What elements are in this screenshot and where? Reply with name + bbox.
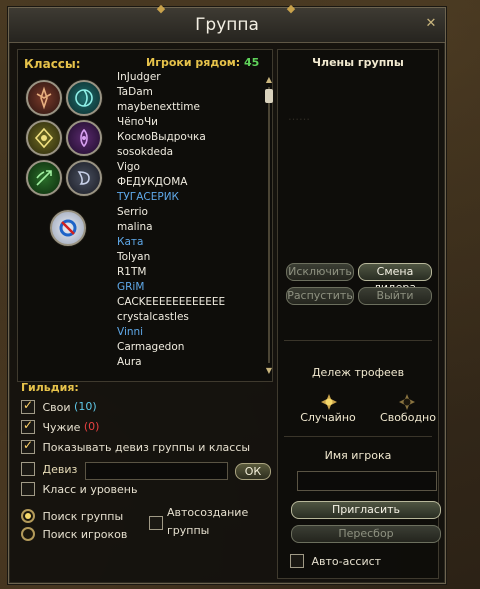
autocreate-label-2: группы [167,524,210,537]
scroll-up-icon[interactable]: ▲ [265,75,273,84]
autocreate-checkbox[interactable] [149,516,163,530]
options-panel: Гильдия: Свои (10) Чужие (0) Показывать … [17,381,271,577]
guild-label: Гильдия: [21,381,79,394]
nearby-players-label: Игроки рядом: 45 [146,56,259,69]
class-scout-icon[interactable] [26,160,62,196]
leave-button[interactable]: Выйти [358,287,432,305]
player-list-item[interactable]: Vinni [117,325,263,340]
members-header: Члены группы [312,56,404,69]
player-list-item[interactable]: ТУГАСЕРИК [117,190,263,205]
player-list-item[interactable]: ЧёпоЧи [117,115,263,130]
class-priest-icon[interactable] [66,80,102,116]
members-panel: Члены группы …… Исключить Смена лидера Р… [277,49,439,579]
class-mage-icon[interactable] [66,120,102,156]
player-list-item[interactable]: malina [117,220,263,235]
class-level-label: Класс и уровень [42,482,138,496]
kick-button[interactable]: Исключить [286,263,354,281]
motto-checkbox[interactable] [21,462,35,476]
guild-own-row: Свои (10) [21,398,97,414]
nearby-label-text: Игроки рядом: [146,56,241,69]
title-ornament-icon: ◆ [286,2,296,15]
guild-other-label: Чужие [42,420,81,434]
player-list-item[interactable]: Aura [117,355,263,370]
guild-own-checkbox[interactable] [21,398,35,414]
guild-own-count: (10) [74,400,97,413]
search-players-radio[interactable] [21,527,35,541]
motto-label: Девиз [42,462,78,476]
class-level-row: Класс и уровень [21,482,137,496]
motto-ok-button[interactable]: ОК [235,463,271,480]
player-list-item[interactable]: TaDam [117,85,263,100]
player-list-item[interactable]: sosokdeda [117,145,263,160]
player-list-item[interactable]: Ката [117,235,263,250]
scroll-down-icon[interactable]: ▼ [265,366,273,375]
loot-random-radio[interactable] [321,394,337,410]
guild-other-count: (0) [83,420,100,433]
player-list-item[interactable]: CACKEEEEEEEEEEEE [117,295,263,310]
players-panel: Классы: Игроки рядом: 45 InJudger TaDam ma… [17,49,273,382]
autocreate-label-1: Автосоздание [167,506,249,519]
window-title: Группа [195,15,259,35]
players-scrollbar[interactable]: ▲ ▼ [265,75,273,375]
player-list-item[interactable]: R1TM [117,265,263,280]
nearby-count: 45 [244,56,260,69]
player-list-item[interactable]: КосмоВыдрочка [117,130,263,145]
title-bar[interactable]: ◆ ◆ Группа ✕ [9,2,445,43]
search-group-radio[interactable] [21,509,35,523]
class-level-checkbox[interactable] [21,482,35,496]
search-players-row: Поиск игроков [21,527,127,541]
show-motto-row: Показывать девиз группы и классы [21,438,251,454]
guild-other-checkbox[interactable] [21,418,35,434]
search-group-row: Поиск группы [21,509,123,523]
loot-free-label: Свободно [380,411,436,424]
reselect-button[interactable]: Пересбор [291,525,441,543]
invite-button[interactable]: Пригласить [291,501,441,519]
player-list-item[interactable]: crystalcastles [117,310,263,325]
class-warlock-icon[interactable] [66,160,102,196]
auto-assist-checkbox[interactable] [290,554,304,568]
class-warrior-icon[interactable] [26,80,62,116]
divider [284,340,432,341]
auto-assist-row: Авто-ассист [290,554,381,568]
player-list-item[interactable]: ФЕДУКДОМА [117,175,263,190]
class-reset-icon[interactable] [50,210,86,246]
player-list-item[interactable]: GRiM [117,280,263,295]
player-list-item[interactable]: Tolyan [117,250,263,265]
classes-label: Классы: [24,57,81,71]
disband-button[interactable]: Распустить [286,287,354,305]
auto-assist-label: Авто-ассист [311,554,382,568]
autocreate-row: Автосоздание группы [149,506,248,537]
faded-chat-text: …… [288,110,310,123]
scroll-track[interactable] [268,87,270,363]
scroll-thumb[interactable] [265,89,273,103]
group-window: ◆ ◆ Группа ✕ Классы: Игроки рядом: 45 In… [8,2,446,584]
nearby-players-list: InJudger TaDam maybenexttime ЧёпоЧи КосмоВыд… [117,70,263,370]
player-list-item[interactable]: maybenexttime [117,100,263,115]
change-leader-button[interactable]: Смена лидера [358,263,432,294]
player-list-item[interactable]: Vigo [117,160,263,175]
motto-input[interactable] [85,462,228,480]
loot-free-radio[interactable] [399,394,415,410]
title-ornament-icon: ◆ [156,2,166,15]
close-icon[interactable]: ✕ [423,16,439,32]
guild-own-label: Свои [42,400,71,414]
player-name-header: Имя игрока [324,449,392,462]
loot-header: Дележ трофеев [311,366,405,379]
search-players-label: Поиск игроков [42,527,128,541]
player-list-item[interactable]: Serrio [117,205,263,220]
show-motto-label: Показывать девиз группы и классы [42,440,251,454]
guild-other-row: Чужие (0) [21,418,100,434]
player-list-item[interactable]: InJudger [117,70,263,85]
divider [284,436,432,437]
show-motto-checkbox[interactable] [21,438,35,454]
motto-row: Девиз [21,462,77,476]
player-name-input[interactable] [297,471,437,491]
class-paladin-icon[interactable] [26,120,62,156]
search-group-label: Поиск группы [42,509,124,523]
player-list-item[interactable]: Carmagedon [117,340,263,355]
